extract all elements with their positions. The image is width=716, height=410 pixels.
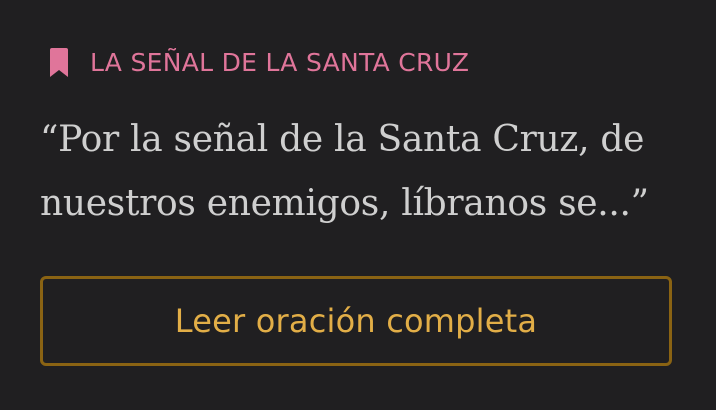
card-title: LA SEÑAL DE LA SANTA CRUZ: [90, 48, 470, 77]
read-full-prayer-label: Leer oración completa: [174, 302, 538, 340]
prayer-card: LA SEÑAL DE LA SANTA CRUZ “Por la señal …: [0, 0, 716, 410]
bookmark-icon: [48, 47, 70, 79]
card-header: LA SEÑAL DE LA SANTA CRUZ: [48, 46, 469, 80]
read-full-prayer-button[interactable]: Leer oración completa: [40, 276, 672, 366]
prayer-excerpt: “Por la señal de la Santa Cruz, de nuest…: [40, 119, 649, 224]
